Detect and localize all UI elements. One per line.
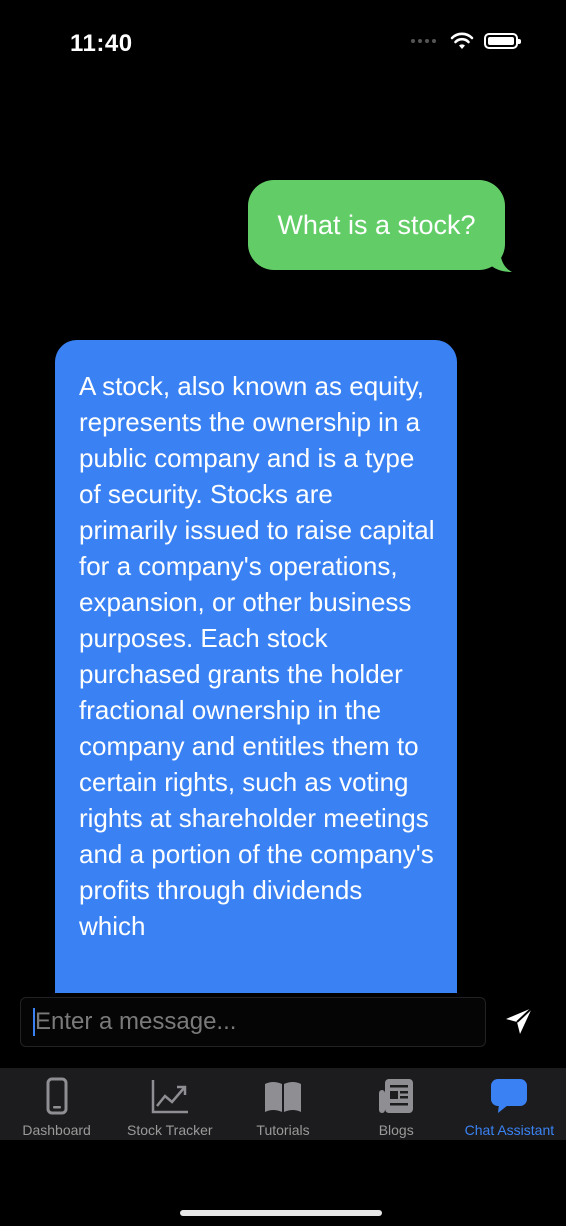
signal-icon [411,39,436,43]
composer: Enter a message... [0,993,566,1068]
tab-label: Stock Tracker [127,1122,213,1138]
home-indicator[interactable] [180,1210,382,1216]
newspaper-icon [379,1079,414,1113]
phone-screen: 11:40 What is a stock? A stock, also kno… [0,0,566,1226]
message-input-placeholder: Enter a message... [35,1008,237,1035]
book-icon [265,1082,301,1112]
phone-icon [46,1077,68,1115]
tab-label: Tutorials [256,1122,310,1138]
tab-chat-assistant[interactable]: Chat Assistant [453,1068,566,1140]
chat-messages[interactable]: What is a stock? A stock, also known as … [0,90,566,993]
message-input[interactable]: Enter a message... [20,997,486,1047]
status-icons [411,32,521,50]
status-time: 11:40 [70,30,133,57]
tab-label: Chat Assistant [464,1122,555,1138]
send-button[interactable] [503,1005,535,1037]
tab-bar: Dashboard Stock Tracker Tutorials Blogs … [0,1068,566,1140]
tab-label: Dashboard [22,1122,91,1138]
tab-stock-tracker[interactable]: Stock Tracker [113,1068,226,1140]
user-message-text: What is a stock? [277,209,476,240]
chat-bubble-icon [491,1079,528,1113]
tab-tutorials[interactable]: Tutorials [226,1068,339,1140]
bubble-tail-icon [486,248,512,272]
chart-up-icon [151,1080,188,1114]
tab-dashboard[interactable]: Dashboard [0,1068,113,1140]
assistant-message-bubble: A stock, also known as equity, represent… [55,340,457,993]
assistant-message-text: A stock, also known as equity, represent… [79,371,435,941]
wifi-icon [450,32,474,49]
tab-label: Blogs [378,1122,414,1138]
tab-blogs[interactable]: Blogs [340,1068,453,1140]
battery-icon [484,33,521,49]
user-message-bubble: What is a stock? [248,180,505,270]
